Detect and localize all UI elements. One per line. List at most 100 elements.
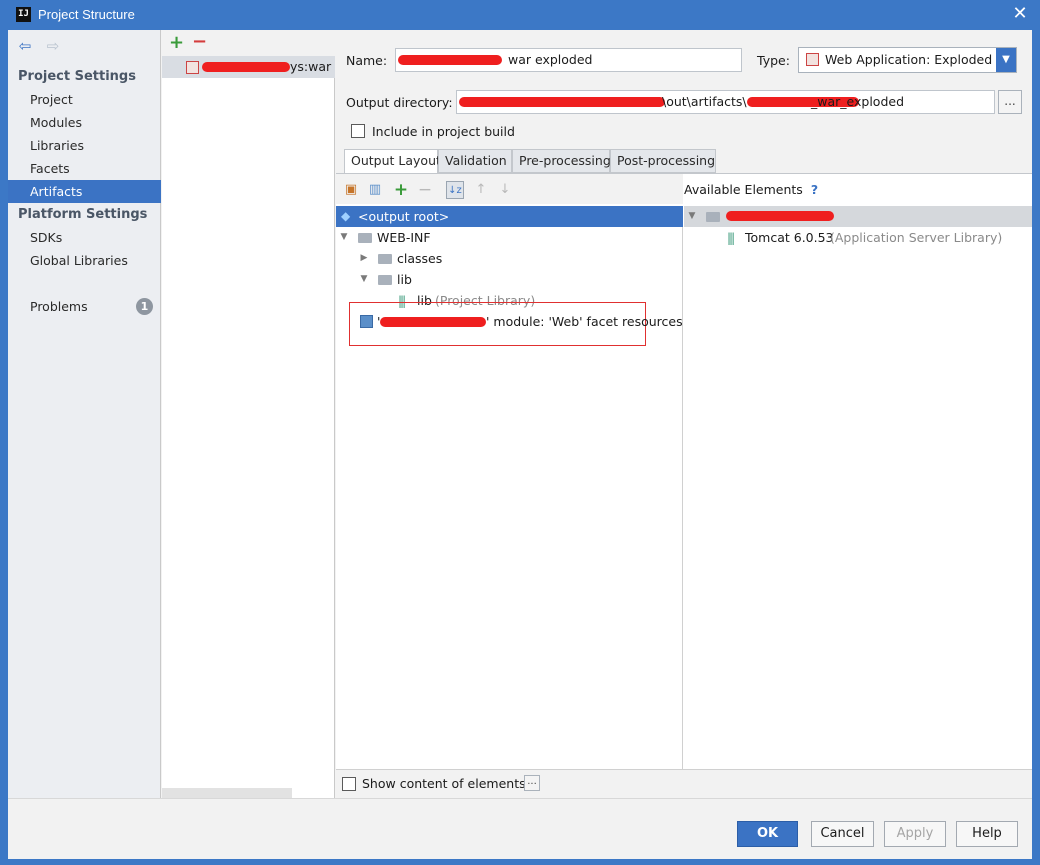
include-in-build-checkbox[interactable] bbox=[351, 124, 365, 138]
show-content-row: Show content of elements ... bbox=[336, 769, 1032, 798]
available-elements-panel: Available Elements ? ▼ ||| Tomcat 6.0.53… bbox=[684, 174, 1032, 770]
include-in-build-label: Include in project build bbox=[372, 124, 515, 139]
output-directory-field[interactable]: \out\artifacts\ _war_exploded bbox=[456, 90, 995, 114]
available-item-label: Tomcat 6.0.53 bbox=[745, 230, 834, 245]
web-facet-icon bbox=[360, 315, 373, 328]
tree-node-facet-resources[interactable]: ' ' module: 'Web' facet resources bbox=[336, 311, 683, 332]
window-title: Project Structure bbox=[38, 7, 135, 22]
tree-node-web-inf[interactable]: ▼ WEB-INF bbox=[336, 227, 683, 248]
tree-node-label: lib bbox=[397, 272, 412, 287]
tab-pre-processing[interactable]: Pre-processing bbox=[512, 149, 611, 173]
tree-node-classes[interactable]: ▶ classes bbox=[336, 248, 683, 269]
nav-item-project[interactable]: Project bbox=[8, 88, 161, 111]
available-module-row[interactable]: ▼ bbox=[684, 206, 1032, 227]
library-icon: ||| bbox=[727, 231, 735, 245]
available-item-extra: (Application Server Library) bbox=[830, 230, 1003, 245]
artifacts-list-toolbar: + − bbox=[162, 30, 335, 56]
nav-item-artifacts[interactable]: Artifacts bbox=[8, 180, 161, 203]
output-layout-tree: ◆ <output root> ▼ WEB-INF ▶ classes ▼ li… bbox=[336, 206, 683, 770]
type-label: Type: bbox=[757, 53, 790, 68]
show-content-label: Show content of elements bbox=[362, 776, 526, 791]
tree-node-label: ' module: 'Web' facet resources bbox=[486, 314, 683, 329]
web-app-icon bbox=[806, 53, 819, 66]
available-item-tomcat[interactable]: ||| Tomcat 6.0.53 (Application Server Li… bbox=[684, 227, 1032, 248]
add-element-icon[interactable]: + bbox=[392, 181, 410, 199]
folder-icon bbox=[358, 233, 372, 243]
redaction-mark bbox=[459, 97, 665, 107]
remove-element-icon[interactable]: − bbox=[416, 181, 434, 199]
show-content-checkbox[interactable] bbox=[342, 777, 356, 791]
remove-artifact-icon[interactable]: − bbox=[192, 31, 207, 52]
expanded-triangle-icon[interactable]: ▼ bbox=[686, 206, 698, 227]
tree-node-label: WEB-INF bbox=[377, 230, 431, 245]
redaction-mark bbox=[202, 62, 290, 72]
chevron-down-icon[interactable]: ▼ bbox=[996, 48, 1016, 72]
window-frame-bottom bbox=[0, 859, 1040, 865]
browse-button[interactable]: ... bbox=[998, 90, 1022, 114]
redaction-mark bbox=[398, 55, 502, 65]
collapsed-triangle-icon[interactable]: ▶ bbox=[358, 248, 370, 269]
available-elements-title: Available Elements bbox=[684, 182, 803, 197]
nav-item-libraries[interactable]: Libraries bbox=[8, 134, 161, 157]
cancel-button[interactable]: Cancel bbox=[811, 821, 874, 847]
tree-node-label: <output root> bbox=[358, 209, 450, 224]
type-select[interactable]: Web Application: Exploded ▼ bbox=[798, 47, 1017, 73]
move-up-icon[interactable]: ↑ bbox=[472, 181, 490, 199]
show-content-options-button[interactable]: ... bbox=[524, 775, 540, 791]
nav-item-global-libraries[interactable]: Global Libraries bbox=[8, 249, 161, 272]
tree-node-lib-folder[interactable]: ▼ lib bbox=[336, 269, 683, 290]
ok-button[interactable]: OK bbox=[737, 821, 798, 847]
folder-icon bbox=[378, 254, 392, 264]
window-frame-right bbox=[1032, 30, 1040, 865]
output-root-icon: ◆ bbox=[341, 209, 351, 223]
tab-validation[interactable]: Validation bbox=[438, 149, 512, 173]
dialog-footer: OK Cancel Apply Help bbox=[8, 798, 1032, 859]
name-label: Name: bbox=[346, 53, 388, 68]
nav-item-sdks[interactable]: SDKs bbox=[8, 226, 161, 249]
tab-post-processing[interactable]: Post-processing bbox=[610, 149, 716, 173]
title-bar: IJ Project Structure ✕ bbox=[0, 0, 1040, 30]
forward-arrow-icon[interactable]: ⇨ bbox=[44, 38, 62, 54]
nav-item-modules[interactable]: Modules bbox=[8, 111, 161, 134]
name-field[interactable]: war exploded bbox=[395, 48, 742, 72]
close-window-button[interactable]: ✕ bbox=[1010, 4, 1030, 24]
artifact-list-item[interactable]: ys:war bbox=[162, 56, 335, 78]
tab-output-layout[interactable]: Output Layout bbox=[344, 149, 441, 174]
settings-nav: ⇦ ⇨ Project Settings Project Modules Lib… bbox=[8, 30, 161, 798]
help-button[interactable]: Help bbox=[956, 821, 1018, 847]
intellij-app-icon: IJ bbox=[16, 7, 31, 22]
nav-arrows: ⇦ ⇨ bbox=[16, 38, 68, 56]
sort-elements-icon[interactable]: ↓z bbox=[446, 181, 464, 199]
apply-button[interactable]: Apply bbox=[884, 821, 946, 847]
platform-settings-header: Platform Settings bbox=[18, 207, 148, 222]
expanded-triangle-icon[interactable]: ▼ bbox=[358, 269, 370, 290]
add-artifact-icon[interactable]: + bbox=[169, 32, 184, 53]
available-elements-header: Available Elements ? bbox=[684, 182, 818, 197]
help-icon[interactable]: ? bbox=[811, 182, 818, 197]
war-artifact-icon bbox=[186, 61, 199, 74]
create-archive-icon[interactable]: ▥ bbox=[366, 181, 384, 199]
project-structure-dialog: ⇦ ⇨ Project Settings Project Modules Lib… bbox=[8, 30, 1032, 859]
output-layout-panel: ▣ ▥ + − ↓z ↑ ↓ ◆ <output root> ▼ WEB-INF bbox=[336, 173, 1032, 770]
folder-icon bbox=[378, 275, 392, 285]
move-down-icon[interactable]: ↓ bbox=[496, 181, 514, 199]
nav-item-problems[interactable]: Problems 1 bbox=[8, 295, 161, 318]
horizontal-scrollbar[interactable] bbox=[162, 788, 292, 798]
redaction-mark bbox=[380, 317, 486, 327]
back-arrow-icon[interactable]: ⇦ bbox=[16, 38, 34, 54]
window-frame-left bbox=[0, 30, 8, 865]
type-value: Web Application: Exploded bbox=[825, 52, 993, 67]
redaction-mark bbox=[726, 211, 834, 221]
nav-item-facets[interactable]: Facets bbox=[8, 157, 161, 180]
layout-toolbar: ▣ ▥ + − ↓z ↑ ↓ bbox=[336, 174, 683, 204]
problems-count-badge: 1 bbox=[136, 298, 153, 315]
tree-node-output-root[interactable]: ◆ <output root> bbox=[336, 206, 683, 227]
name-value: war exploded bbox=[508, 52, 593, 67]
expanded-triangle-icon[interactable]: ▼ bbox=[338, 227, 350, 248]
artifact-name: ys:war bbox=[290, 59, 332, 74]
problems-label: Problems bbox=[30, 299, 88, 314]
output-dir-value: \out\artifacts\ bbox=[662, 94, 747, 109]
create-directory-icon[interactable]: ▣ bbox=[342, 181, 360, 199]
tree-node-label: classes bbox=[397, 251, 443, 266]
artifacts-list-panel: + − ys:war bbox=[162, 30, 335, 798]
